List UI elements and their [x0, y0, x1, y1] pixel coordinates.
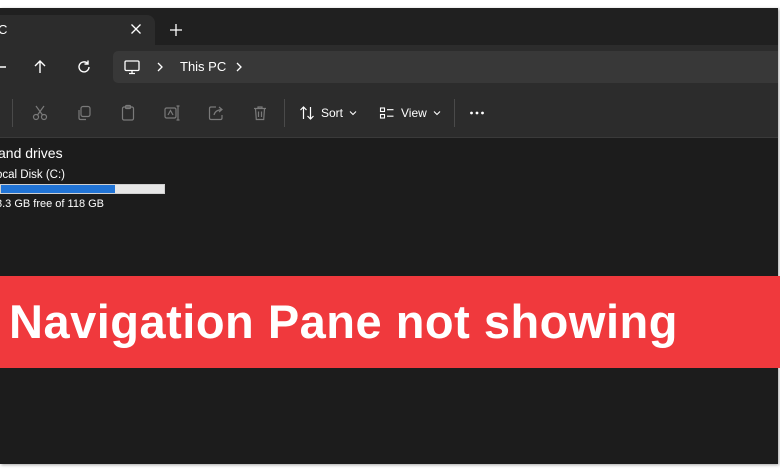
chevron-right-icon[interactable] [233, 61, 245, 73]
plus-icon[interactable] [168, 22, 184, 38]
address-bar[interactable]: This PC [113, 51, 778, 83]
share-icon[interactable] [207, 104, 225, 122]
chevron-down-icon [433, 111, 441, 116]
arrow-up-icon[interactable] [31, 58, 49, 76]
rename-icon[interactable] [163, 104, 181, 122]
cut-icon[interactable] [31, 104, 49, 122]
sort-label: Sort [321, 106, 344, 120]
sort-icon [300, 106, 314, 120]
chevron-right-icon[interactable] [154, 61, 166, 73]
drive-name[interactable]: ocal Disk (C:) [0, 169, 65, 181]
delete-icon[interactable] [251, 104, 269, 122]
toolbar-divider [454, 99, 455, 127]
drive-usage-bar [0, 184, 165, 194]
copy-icon[interactable] [75, 104, 93, 122]
view-icon [379, 107, 394, 119]
refresh-icon[interactable] [75, 58, 93, 76]
close-icon[interactable] [128, 21, 144, 37]
ellipsis-icon[interactable] [468, 104, 486, 122]
command-bar: Sort View [0, 89, 778, 138]
title-banner: Navigation Pane not showing [0, 276, 780, 368]
paste-icon[interactable] [119, 104, 137, 122]
tab-this-pc[interactable]: C [0, 15, 155, 45]
breadcrumb-this-pc[interactable]: This PC [180, 59, 226, 74]
view-button[interactable]: View [379, 101, 441, 125]
toolbar-divider [12, 99, 13, 127]
devices-and-drives-heading[interactable]: and drives [0, 145, 63, 161]
chevron-down-icon [349, 111, 357, 116]
tab-strip: C [0, 8, 778, 45]
file-explorer-window: C This PC Sort View and drives ocal Disk… [0, 8, 778, 464]
view-label: View [401, 106, 427, 120]
arrow-left-icon[interactable] [0, 58, 10, 76]
sort-button[interactable]: Sort [299, 101, 357, 125]
drive-free-space: 8.3 GB free of 118 GB [0, 198, 105, 210]
monitor-icon [124, 60, 140, 75]
address-row: This PC [0, 45, 778, 89]
drive-usage-fill [1, 185, 116, 193]
toolbar-divider [284, 99, 285, 127]
banner-text: Navigation Pane not showing [9, 295, 678, 348]
tab-title: C [0, 22, 8, 37]
